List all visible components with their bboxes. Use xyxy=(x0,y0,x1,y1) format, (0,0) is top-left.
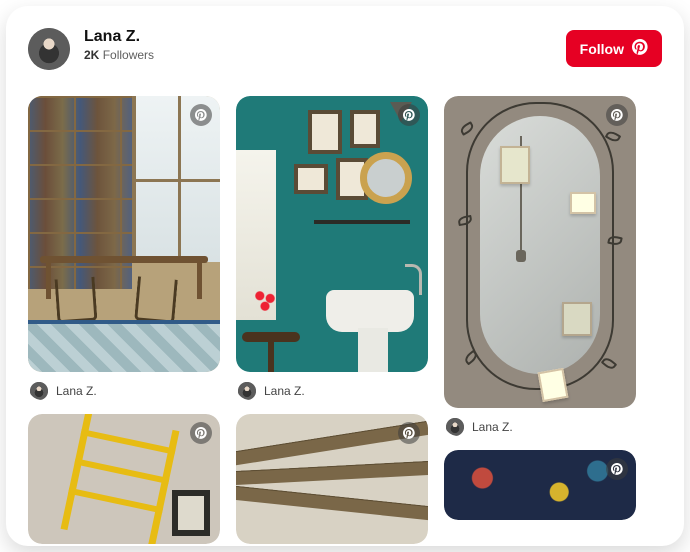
profile-block: Lana Z. 2K Followers xyxy=(28,28,154,70)
profile-name[interactable]: Lana Z. xyxy=(84,28,154,46)
pin[interactable] xyxy=(236,414,428,544)
pin-grid: Lana Z. Lana Z. xyxy=(28,96,662,546)
follower-count: 2K xyxy=(84,48,99,62)
header: Lana Z. 2K Followers Follow xyxy=(28,28,662,70)
pinterest-icon[interactable] xyxy=(190,422,212,444)
pinterest-icon[interactable] xyxy=(398,422,420,444)
pin-author: Lana Z. xyxy=(264,384,305,398)
avatar[interactable] xyxy=(28,28,70,70)
follow-button-label: Follow xyxy=(580,41,624,57)
follower-label: Followers xyxy=(103,48,154,62)
profile-card: Lana Z. 2K Followers Follow xyxy=(6,6,684,546)
pin-attribution[interactable]: Lana Z. xyxy=(28,372,220,400)
pin-attribution[interactable]: Lana Z. xyxy=(444,408,636,436)
pinterest-icon xyxy=(632,39,648,58)
pinterest-icon[interactable] xyxy=(606,104,628,126)
avatar xyxy=(30,382,48,400)
avatar xyxy=(238,382,256,400)
pinterest-icon[interactable] xyxy=(606,458,628,480)
pinterest-icon[interactable] xyxy=(398,104,420,126)
pin-attribution[interactable]: Lana Z. xyxy=(236,372,428,400)
avatar xyxy=(446,418,464,436)
pin[interactable] xyxy=(444,450,636,520)
pinterest-icon[interactable] xyxy=(190,104,212,126)
profile-text: Lana Z. 2K Followers xyxy=(84,28,154,62)
pin[interactable]: Lana Z. xyxy=(236,96,428,400)
pin[interactable] xyxy=(28,414,220,544)
pin-author: Lana Z. xyxy=(472,420,513,434)
pin[interactable]: Lana Z. xyxy=(444,96,636,436)
pin-author: Lana Z. xyxy=(56,384,97,398)
pin[interactable]: Lana Z. xyxy=(28,96,220,400)
follow-button[interactable]: Follow xyxy=(566,30,662,67)
follower-line: 2K Followers xyxy=(84,48,154,62)
